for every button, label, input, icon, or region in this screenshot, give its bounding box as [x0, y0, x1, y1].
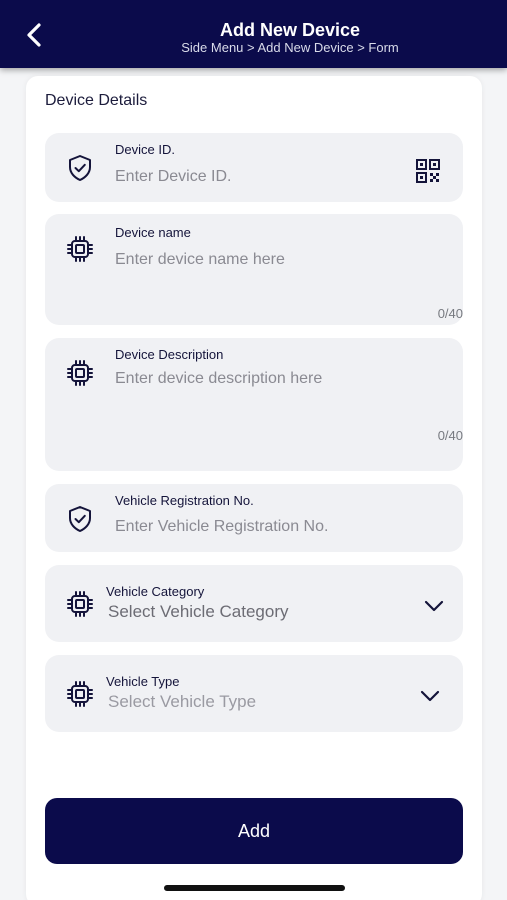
vehicle-type-label: Vehicle Type	[106, 674, 180, 689]
page-title: Add New Device	[219, 20, 361, 40]
add-button[interactable]: Add	[45, 798, 463, 864]
app-header: Add New Device Side Menu > Add New Devic…	[0, 0, 507, 68]
chevron-left-icon	[27, 23, 41, 47]
chip-icon	[65, 589, 95, 619]
breadcrumb: Side Menu > Add New Device > Form	[181, 40, 399, 55]
device-description-label: Device Description	[115, 347, 224, 362]
vehicle-type-value: Select Vehicle Type	[108, 692, 257, 711]
device-description-counter: 0/40	[437, 428, 463, 443]
vehicle-registration-label: Vehicle Registration No.	[115, 493, 254, 508]
vehicle-category-value: Select Vehicle Category	[108, 602, 289, 621]
chip-icon	[65, 234, 95, 264]
shield-check-icon	[65, 153, 95, 183]
chevron-down-icon	[422, 594, 446, 618]
vehicle-registration-field[interactable]: Vehicle Registration No.	[45, 484, 463, 552]
qr-code-icon[interactable]	[415, 158, 441, 184]
shield-check-icon	[65, 504, 95, 534]
vehicle-registration-input[interactable]	[115, 515, 445, 539]
device-name-counter: 0/40	[437, 306, 463, 321]
chip-icon	[65, 358, 95, 388]
vehicle-type-select[interactable]: Vehicle Type Select Vehicle Type	[45, 655, 463, 732]
home-indicator	[164, 885, 345, 891]
device-name-field[interactable]: Device name 0/40	[45, 214, 463, 325]
chip-icon	[65, 679, 95, 709]
device-id-input[interactable]	[115, 165, 405, 189]
back-button[interactable]	[24, 22, 60, 54]
vehicle-category-select[interactable]: Vehicle Category Select Vehicle Category	[45, 565, 463, 642]
chevron-down-icon	[418, 684, 442, 708]
device-id-field[interactable]: Device ID.	[45, 133, 463, 202]
device-name-input[interactable]	[115, 248, 445, 272]
device-name-label: Device name	[115, 225, 191, 240]
device-id-label: Device ID.	[115, 142, 175, 157]
section-title: Device Details	[45, 92, 148, 109]
device-description-input[interactable]	[115, 370, 445, 418]
vehicle-category-label: Vehicle Category	[106, 584, 205, 599]
device-description-field[interactable]: Device Description 0/40	[45, 338, 463, 471]
